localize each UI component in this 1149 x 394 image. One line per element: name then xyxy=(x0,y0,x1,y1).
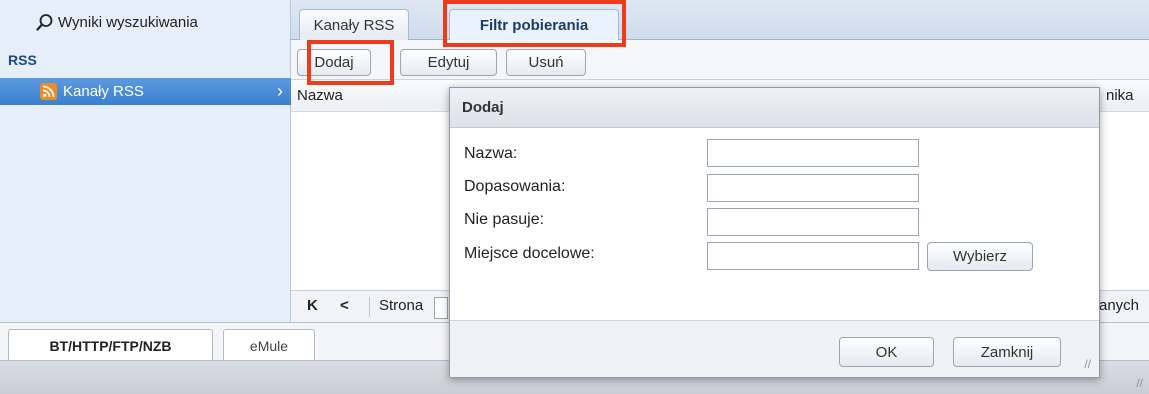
sidebar-section-title: RSS xyxy=(8,52,37,68)
pager-divider xyxy=(369,297,370,317)
tab-bar: Kanały RSS Filtr pobierania xyxy=(291,0,1149,40)
page-label: Strona xyxy=(379,297,424,314)
sidebar-item-rss-feeds[interactable]: Kanały RSS › xyxy=(0,78,291,105)
match-label: Dopasowania: xyxy=(464,178,566,195)
edit-button[interactable]: Edytuj xyxy=(400,49,497,76)
close-button[interactable]: Zamknij xyxy=(953,337,1061,367)
sidebar-item-search-results[interactable]: Wyniki wyszukiwania xyxy=(36,11,198,33)
choose-button[interactable]: Wybierz xyxy=(927,242,1033,271)
not-match-label: Nie pasuje: xyxy=(464,211,545,228)
search-icon xyxy=(36,14,53,31)
sidebar-item-label: Wyniki wyszukiwania xyxy=(58,13,198,31)
pager-info-text: anych xyxy=(1099,297,1140,314)
sidebar-item-label: Kanały RSS xyxy=(63,83,144,100)
prev-page-icon[interactable]: < xyxy=(340,297,349,314)
tab-download-filter[interactable]: Filtr pobierania xyxy=(449,9,619,40)
dialog-footer: OK Zamknij // xyxy=(450,320,1099,377)
chevron-right-icon: › xyxy=(277,81,283,101)
delete-button[interactable]: Usuń xyxy=(506,49,586,76)
add-button[interactable]: Dodaj xyxy=(297,49,371,76)
first-page-icon[interactable]: K xyxy=(307,297,318,314)
resize-grip-icon[interactable]: // xyxy=(1136,376,1143,390)
match-field[interactable] xyxy=(707,174,919,202)
tab-rss-feeds[interactable]: Kanały RSS xyxy=(299,9,409,40)
rss-icon xyxy=(40,83,57,100)
resize-grip-icon[interactable]: // xyxy=(1084,357,1091,371)
page-number-input[interactable] xyxy=(434,297,448,319)
name-label: Nazwa: xyxy=(464,145,518,162)
ok-button[interactable]: OK xyxy=(839,337,934,367)
destination-field[interactable] xyxy=(707,242,919,270)
column-header-partial[interactable]: nika xyxy=(1106,87,1134,104)
column-header-name[interactable]: Nazwa xyxy=(297,87,343,104)
toolbar: Dodaj Edytuj Usuń xyxy=(291,40,1149,80)
tab-bt-http-ftp-nzb[interactable]: BT/HTTP/FTP/NZB xyxy=(8,329,213,361)
destination-label: Miejsce docelowe: xyxy=(464,245,595,262)
not-match-field[interactable] xyxy=(707,208,919,236)
sidebar: Wyniki wyszukiwania RSS Kanały RSS › xyxy=(0,0,291,322)
dialog-title[interactable]: Dodaj xyxy=(450,88,1099,128)
name-field[interactable] xyxy=(707,139,919,167)
add-filter-dialog: Dodaj Nazwa: Dopasowania: Nie pasuje: Mi… xyxy=(449,87,1100,378)
tab-emule[interactable]: eMule xyxy=(223,329,315,361)
